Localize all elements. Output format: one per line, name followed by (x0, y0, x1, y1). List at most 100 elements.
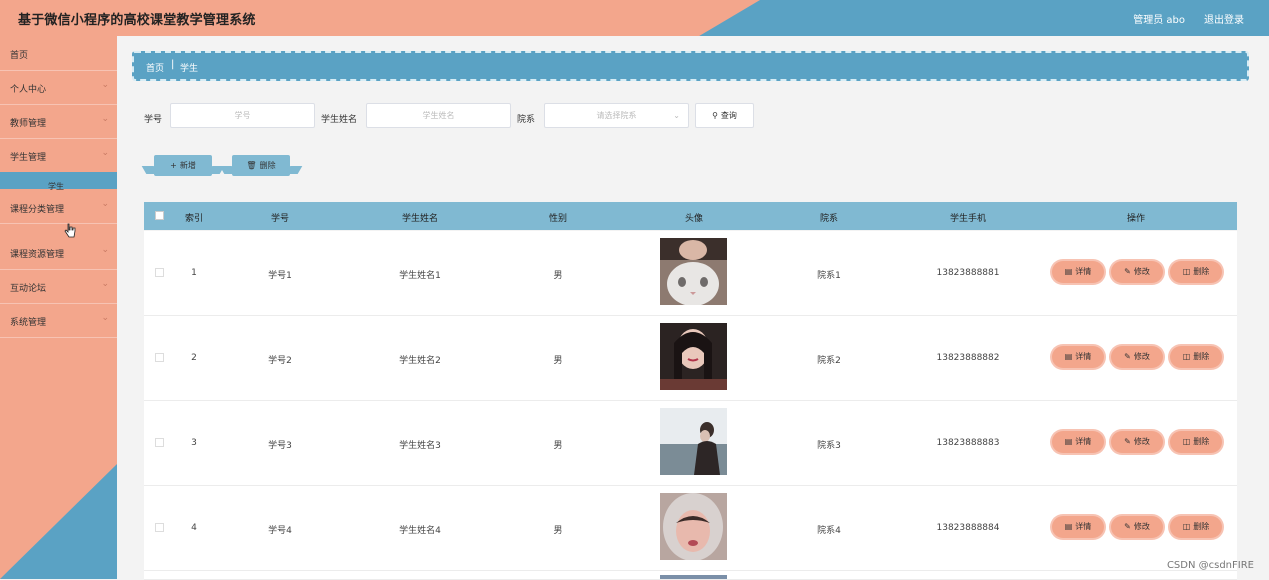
chevron-down-icon: ⌄ (101, 148, 109, 158)
breadcrumb-separator: | (171, 59, 175, 70)
row-checkbox[interactable] (155, 523, 164, 532)
delete-button-label: 删除 (1193, 437, 1210, 446)
chevron-down-icon: ⌄ (101, 313, 109, 323)
document-icon: ▤ (1064, 352, 1073, 361)
sidebar-item-home[interactable]: 首页 (0, 36, 117, 71)
breadcrumb-current: 学生 (180, 64, 199, 74)
column-header-ops: 操作 (1126, 214, 1146, 224)
delete-button[interactable]: ◫ 删除 (1170, 431, 1222, 453)
cell-department: 院系2 (817, 356, 841, 366)
chevron-down-icon: ⌄ (101, 199, 109, 209)
cell-student-no: 学号2 (268, 356, 292, 366)
edit-button[interactable]: ✎ 修改 (1111, 431, 1163, 453)
search-button[interactable]: ⚲ 查询 (695, 103, 754, 128)
department-label: 院系 (517, 115, 536, 125)
select-all-checkbox[interactable] (155, 211, 164, 220)
department-select[interactable]: 请选择院系 ⌄ (544, 103, 689, 128)
sidebar-subitem-student[interactable]: 学生 (0, 172, 117, 191)
chevron-down-icon: ⌄ (101, 279, 109, 289)
cell-phone: 13823888884 (936, 523, 1000, 533)
detail-button-label: 详情 (1075, 352, 1092, 361)
row-checkbox[interactable] (155, 353, 164, 362)
add-button[interactable]: + 新增 (154, 155, 212, 176)
chevron-down-icon: ⌄ (101, 114, 109, 124)
sidebar-item-student-management[interactable]: 学生管理 ⌄ (0, 138, 117, 173)
cell-index: 4 (191, 523, 197, 533)
edit-button[interactable]: ✎ 修改 (1111, 516, 1163, 538)
delete-button-label: 删除 (1193, 352, 1210, 361)
watermark: CSDN @csdnFIRE (1166, 560, 1254, 571)
sidebar-item-label: 课程分类管理 (10, 205, 65, 215)
sidebar-item-teacher-management[interactable]: 教师管理 ⌄ (0, 104, 117, 139)
batch-delete-button-label: 删除 (259, 161, 276, 170)
table-row: 4 学号4 学生姓名4 男 院系4 13823888884 ▤ 详情 ✎ 修改 ◫ 删… (144, 486, 1237, 571)
sidebar-item-label: 系统管理 (10, 318, 47, 328)
document-icon: ▤ (1064, 522, 1073, 531)
search-icon: ⚲ (712, 111, 718, 120)
cell-gender: 男 (553, 271, 563, 281)
delete-button[interactable]: ◫ 删除 (1170, 516, 1222, 538)
edit-button[interactable]: ✎ 修改 (1111, 261, 1163, 283)
student-no-input[interactable]: 学号 (170, 103, 315, 128)
table-row: 3 学号3 学生姓名3 男 院系3 13823888883 ▤ 详情 ✎ 修改 ◫ 删… (144, 401, 1237, 486)
hand-cursor-icon (64, 223, 76, 238)
sidebar-item-label: 课程资源管理 (10, 250, 65, 260)
column-header-avatar: 头像 (684, 214, 704, 224)
pencil-icon: ✎ (1124, 437, 1131, 446)
sidebar-item-system-management[interactable]: 系统管理 ⌄ (0, 303, 117, 338)
edit-button-label: 修改 (1133, 267, 1150, 276)
batch-delete-button[interactable]: 🗑︎ 删除 (232, 155, 290, 176)
detail-button[interactable]: ▤ 详情 (1052, 261, 1104, 283)
breadcrumb-home[interactable]: 首页 (146, 61, 164, 74)
sidebar-item-personal-center[interactable]: 个人中心 ⌄ (0, 70, 117, 105)
logout-link[interactable]: 退出登录 (1204, 11, 1244, 26)
cell-name: 学生姓名4 (399, 526, 441, 536)
edit-button-label: 修改 (1133, 437, 1150, 446)
sidebar: 首页 个人中心 ⌄ 教师管理 ⌄ 学生管理 ⌄ 学生 课程分类管理 ⌄ 课程资源… (0, 36, 117, 579)
pencil-icon: ✎ (1124, 267, 1131, 276)
cell-name: 学生姓名2 (399, 356, 441, 366)
student-name-label: 学生姓名 (321, 115, 358, 125)
student-name-input[interactable]: 学生姓名 (366, 103, 511, 128)
add-button-label: 新增 (179, 161, 196, 170)
cell-index: 2 (191, 353, 197, 363)
pencil-icon: ✎ (1124, 352, 1131, 361)
detail-button-label: 详情 (1075, 437, 1092, 446)
column-header-name: 学生姓名 (401, 214, 439, 224)
delete-button-label: 删除 (1193, 522, 1210, 531)
trash-icon: 🗑︎ (246, 161, 257, 170)
trash-icon: ◫ (1182, 522, 1191, 531)
detail-button[interactable]: ▤ 详情 (1052, 516, 1104, 538)
sidebar-item-course-resource[interactable]: 课程资源管理 ⌄ (0, 235, 117, 270)
delete-button[interactable]: ◫ 删除 (1170, 346, 1222, 368)
sidebar-item-label: 学生管理 (10, 153, 47, 163)
cell-student-no: 学号4 (268, 526, 292, 536)
sidebar-item-label: 教师管理 (10, 119, 47, 129)
avatar (660, 408, 727, 475)
cell-gender: 男 (553, 441, 563, 451)
edit-button[interactable]: ✎ 修改 (1111, 346, 1163, 368)
cell-department: 院系1 (817, 271, 841, 281)
chevron-down-icon: ⌄ (101, 245, 109, 255)
sidebar-item-label: 首页 (10, 51, 29, 61)
cell-index: 3 (191, 438, 197, 448)
avatar (660, 575, 727, 579)
column-header-department: 院系 (819, 214, 839, 224)
delete-button[interactable]: ◫ 删除 (1170, 261, 1222, 283)
document-icon: ▤ (1064, 267, 1073, 276)
sidebar-decoration (0, 464, 117, 579)
cell-name: 学生姓名1 (399, 271, 441, 281)
detail-button[interactable]: ▤ 详情 (1052, 346, 1104, 368)
cell-phone: 13823888881 (936, 268, 1000, 278)
cell-student-no: 学号3 (268, 441, 292, 451)
edit-button-label: 修改 (1133, 522, 1150, 531)
trash-icon: ◫ (1182, 267, 1191, 276)
cell-phone: 13823888883 (936, 438, 1000, 448)
sidebar-item-course-category[interactable]: 课程分类管理 ⌄ (0, 189, 117, 224)
row-checkbox[interactable] (155, 268, 164, 277)
detail-button[interactable]: ▤ 详情 (1052, 431, 1104, 453)
cell-gender: 男 (553, 356, 563, 366)
row-checkbox[interactable] (155, 438, 164, 447)
table-row: 1 学号1 学生姓名1 男 院系1 13823888881 ▤ 详情 ✎ 修改 ◫ 删… (144, 231, 1237, 316)
sidebar-item-forum[interactable]: 互动论坛 ⌄ (0, 269, 117, 304)
